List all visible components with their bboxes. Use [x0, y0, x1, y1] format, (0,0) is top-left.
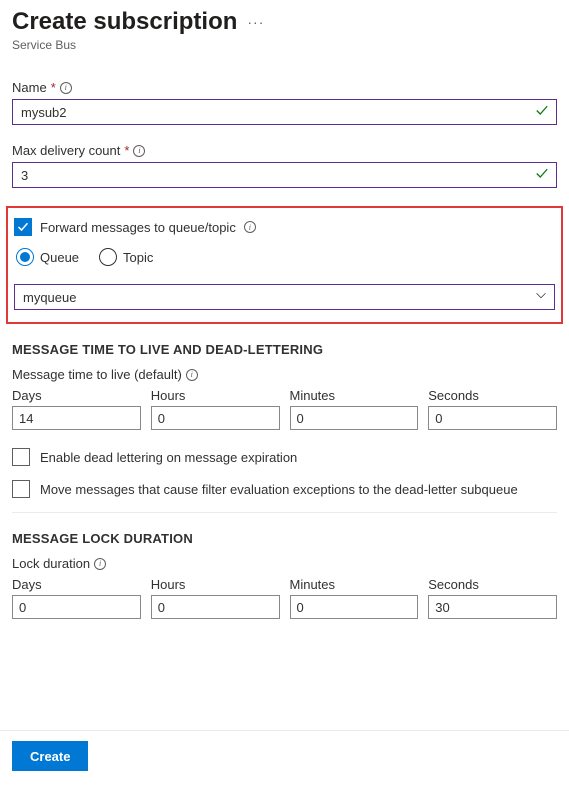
- info-icon[interactable]: i: [186, 369, 198, 381]
- info-icon[interactable]: i: [60, 82, 72, 94]
- ttl-section-heading: MESSAGE TIME TO LIVE AND DEAD-LETTERING: [12, 342, 557, 357]
- dead-letter-checkbox[interactable]: [12, 448, 30, 466]
- lock-minutes-label: Minutes: [290, 577, 419, 592]
- required-asterisk: *: [124, 143, 129, 158]
- check-icon: [535, 104, 549, 121]
- ttl-hours-label: Hours: [151, 388, 280, 403]
- forward-target-select[interactable]: [14, 284, 555, 310]
- lock-seconds-input[interactable]: [428, 595, 557, 619]
- topic-radio[interactable]: [99, 248, 117, 266]
- lock-duration-label: Lock duration: [12, 556, 90, 571]
- section-divider: [12, 512, 557, 513]
- lock-days-label: Days: [12, 577, 141, 592]
- ttl-seconds-label: Seconds: [428, 388, 557, 403]
- forward-checkbox-label: Forward messages to queue/topic: [40, 220, 236, 235]
- filter-exception-checkbox-label: Move messages that cause filter evaluati…: [40, 482, 518, 497]
- name-label: Name: [12, 80, 47, 95]
- topic-radio-label: Topic: [123, 250, 153, 265]
- lock-seconds-label: Seconds: [428, 577, 557, 592]
- forward-section-highlight: Forward messages to queue/topic i Queue …: [6, 206, 563, 324]
- info-icon[interactable]: i: [94, 558, 106, 570]
- lock-hours-input[interactable]: [151, 595, 280, 619]
- info-icon[interactable]: i: [244, 221, 256, 233]
- lock-days-input[interactable]: [12, 595, 141, 619]
- queue-radio-label: Queue: [40, 250, 79, 265]
- page-subtitle: Service Bus: [12, 38, 557, 52]
- max-delivery-input[interactable]: [12, 162, 557, 188]
- ttl-label: Message time to live (default): [12, 367, 182, 382]
- page-title: Create subscription: [12, 8, 237, 36]
- name-input[interactable]: [12, 99, 557, 125]
- lock-hours-label: Hours: [151, 577, 280, 592]
- more-menu-button[interactable]: ···: [247, 14, 264, 30]
- ttl-minutes-input[interactable]: [290, 406, 419, 430]
- filter-exception-checkbox[interactable]: [12, 480, 30, 498]
- queue-radio[interactable]: [16, 248, 34, 266]
- lock-section-heading: MESSAGE LOCK DURATION: [12, 531, 557, 546]
- info-icon[interactable]: i: [133, 145, 145, 157]
- ttl-days-label: Days: [12, 388, 141, 403]
- ttl-minutes-label: Minutes: [290, 388, 419, 403]
- create-button[interactable]: Create: [12, 741, 88, 771]
- ttl-seconds-input[interactable]: [428, 406, 557, 430]
- check-icon: [535, 167, 549, 184]
- ttl-hours-input[interactable]: [151, 406, 280, 430]
- max-delivery-label: Max delivery count: [12, 143, 120, 158]
- lock-minutes-input[interactable]: [290, 595, 419, 619]
- forward-checkbox[interactable]: [14, 218, 32, 236]
- required-asterisk: *: [51, 80, 56, 95]
- ttl-days-input[interactable]: [12, 406, 141, 430]
- dead-letter-checkbox-label: Enable dead lettering on message expirat…: [40, 450, 297, 465]
